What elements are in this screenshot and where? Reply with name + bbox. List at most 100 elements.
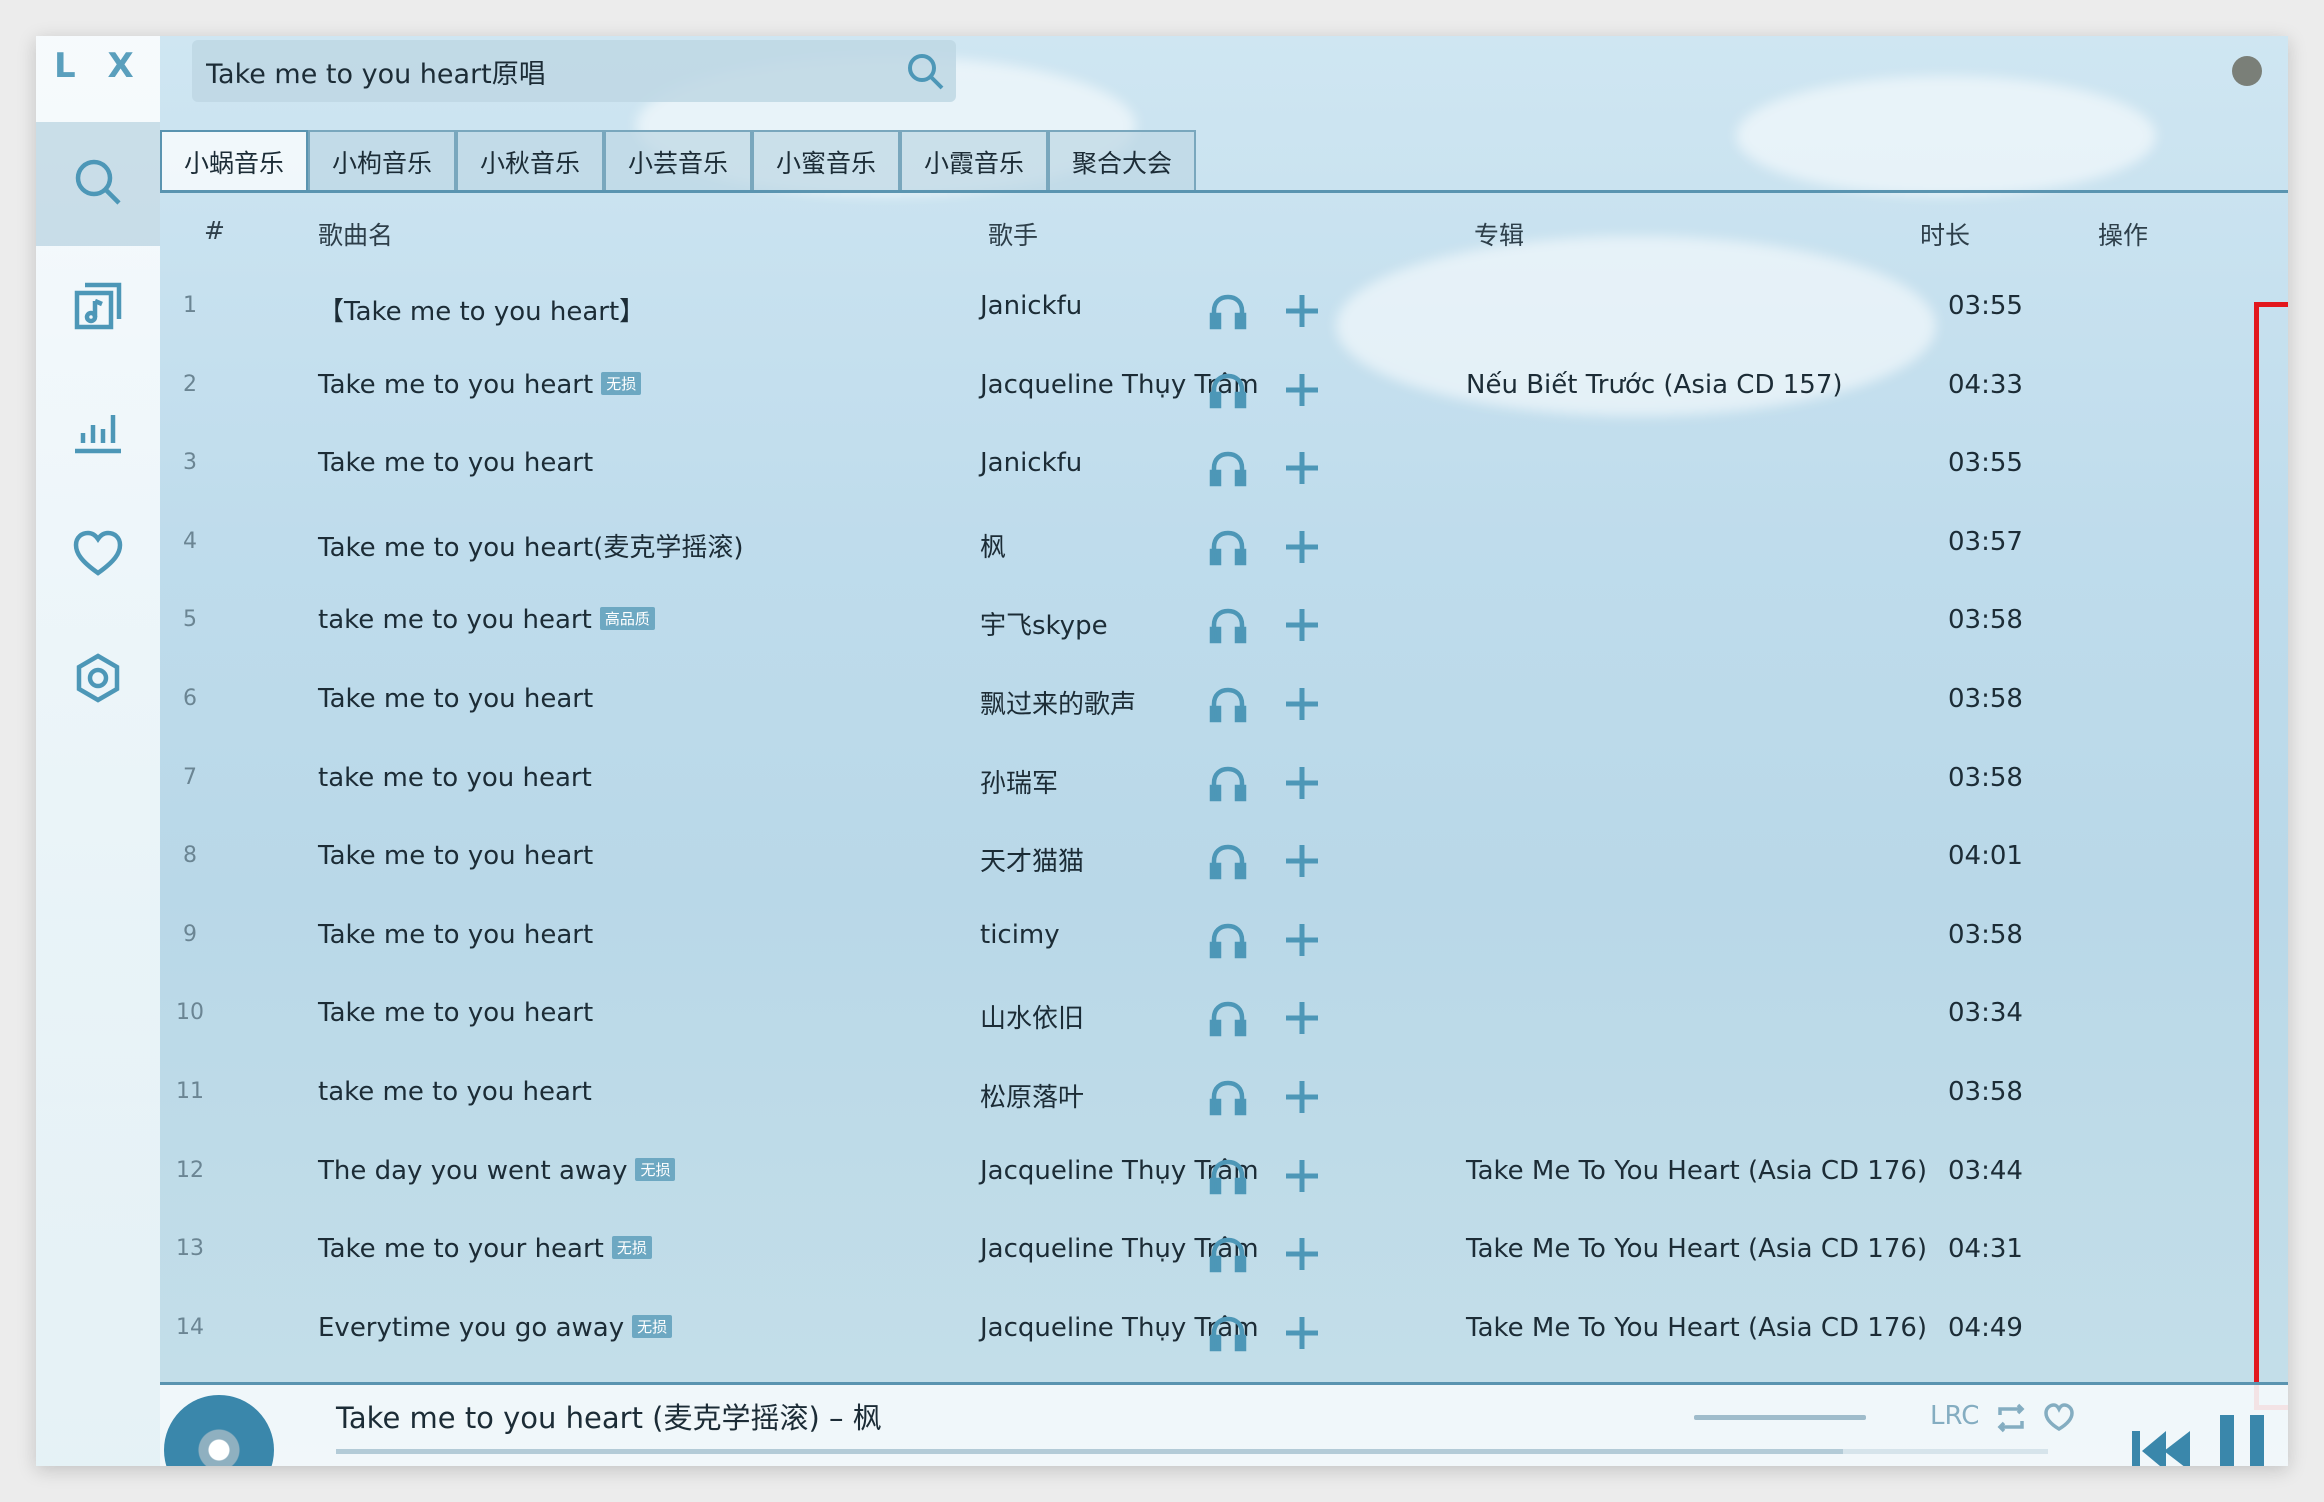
album-disc-icon[interactable] [164, 1395, 274, 1466]
music-list-icon [71, 279, 125, 337]
tab-source-5[interactable]: 小蜜音乐 [752, 130, 900, 192]
table-row[interactable]: 5 take me to you heart 高品质 宇飞skype 03:58 [160, 582, 2288, 660]
plus-icon[interactable] [1282, 1156, 1322, 1196]
table-row[interactable]: 7 take me to you heart 孙瑞军 03:58 [160, 740, 2288, 818]
duration-cell: 04:33 [1948, 369, 2023, 400]
plus-icon[interactable] [1282, 763, 1322, 803]
comment-icon[interactable] [2042, 1401, 2076, 1435]
table-row[interactable]: 8 Take me to you heart 天才猫猫 04:01 [160, 818, 2288, 896]
window-control-dot[interactable] [2232, 56, 2262, 86]
song-name-cell: Take me to your heart 无损 [318, 1234, 652, 1264]
sidebar: L X [36, 36, 160, 1466]
duration-cell: 04:49 [1948, 1312, 2023, 1343]
progress-bar[interactable] [336, 1449, 2048, 1454]
duration-cell: 03:34 [1948, 998, 2023, 1029]
pause-button[interactable] [2216, 1415, 2268, 1466]
headphones-icon[interactable] [1208, 1156, 1248, 1196]
song-name-cell: Take me to you heart [318, 684, 593, 714]
headphones-icon[interactable] [1208, 370, 1248, 410]
table-row[interactable]: 4 Take me to you heart(麦克学摇滚) 枫 03:57 [160, 504, 2288, 582]
headphones-icon[interactable] [1208, 841, 1248, 881]
plus-icon[interactable] [1282, 448, 1322, 488]
plus-icon[interactable] [1282, 527, 1322, 567]
plus-icon[interactable] [1282, 684, 1322, 724]
tab-source-3[interactable]: 小秋音乐 [456, 130, 604, 192]
plus-icon[interactable] [1282, 1077, 1322, 1117]
singer-cell: 孙瑞军 [980, 768, 1059, 799]
duration-cell: 03:58 [1948, 1077, 2023, 1107]
search-input[interactable] [206, 40, 886, 102]
table-row[interactable]: 2 Take me to you heart 无损 Jacqueline Thụy T… [160, 347, 2288, 425]
headphones-icon[interactable] [1208, 763, 1248, 803]
headphones-icon[interactable] [1208, 1313, 1248, 1353]
sidebar-item-settings[interactable] [36, 618, 160, 742]
duration-cell: 04:31 [1948, 1234, 2023, 1265]
table-row[interactable]: 12 The day you went away 无损 Jacqueline Thụy… [160, 1133, 2288, 1211]
plus-icon[interactable] [1282, 998, 1322, 1038]
headphones-icon[interactable] [1208, 448, 1248, 488]
row-number: 2 [183, 371, 197, 397]
song-name: Take me to your heart [318, 1234, 604, 1265]
duration-cell: 04:01 [1948, 841, 2023, 872]
tab-source-2[interactable]: 小枸音乐 [308, 130, 456, 192]
song-name-cell: take me to you heart [318, 1077, 592, 1107]
table-header: # 歌曲名 歌手 专辑 时长 操作 [160, 194, 2288, 264]
headphones-icon[interactable] [1208, 684, 1248, 724]
table-row[interactable]: 10 Take me to you heart 山水依旧 03:34 [160, 975, 2288, 1053]
plus-icon[interactable] [1282, 1234, 1322, 1274]
album-cell: Take Me To You Heart (Asia CD 176) [1466, 1312, 1928, 1343]
quality-badge: 无损 [611, 1236, 652, 1260]
highlight-box [2254, 302, 2288, 1410]
heart-icon [71, 527, 125, 585]
row-number: 12 [176, 1157, 204, 1183]
row-number: 3 [183, 450, 197, 476]
tab-source-1[interactable]: 小蜗音乐 [160, 130, 308, 192]
plus-icon[interactable] [1282, 370, 1322, 410]
search-icon[interactable] [904, 50, 946, 92]
volume-slider[interactable] [1694, 1415, 1866, 1420]
plus-icon[interactable] [1282, 291, 1322, 331]
tab-source-6[interactable]: 小霞音乐 [900, 130, 1048, 192]
plus-icon[interactable] [1282, 1313, 1322, 1353]
table-row[interactable]: 6 Take me to you heart 飘过来的歌声 03:58 [160, 661, 2288, 739]
headphones-icon[interactable] [1208, 605, 1248, 645]
table-row[interactable]: 9 Take me to you heart ticimy 03:58 [160, 897, 2288, 975]
cloud-decoration [1736, 76, 2156, 196]
quality-badge: 高品质 [599, 607, 655, 631]
song-name: Take me to you heart [318, 919, 594, 950]
column-header-name: 歌曲名 [318, 221, 394, 250]
table-row[interactable]: 13 Take me to your heart 无损 Jacqueline Thụy… [160, 1211, 2288, 1289]
row-number: 4 [183, 528, 197, 554]
singer-cell: 宇飞skype [980, 611, 1108, 642]
table-row[interactable]: 1 【Take me to you heart】 Janickfu 03:55 [160, 268, 2288, 346]
table-row[interactable]: 3 Take me to you heart Janickfu 03:55 [160, 425, 2288, 503]
song-name: Take me to you heart(麦克学摇滚) [318, 532, 744, 563]
headphones-icon[interactable] [1208, 998, 1248, 1038]
tab-source-4[interactable]: 小芸音乐 [604, 130, 752, 192]
row-number: 13 [176, 1236, 204, 1262]
table-row[interactable]: 11 take me to you heart 松原落叶 03:58 [160, 1054, 2288, 1132]
headphones-icon[interactable] [1208, 291, 1248, 331]
headphones-icon[interactable] [1208, 527, 1248, 567]
tab-source-7[interactable]: 聚合大会 [1048, 130, 1196, 192]
plus-icon[interactable] [1282, 605, 1322, 645]
headphones-icon[interactable] [1208, 1234, 1248, 1274]
song-name-cell: Take me to you heart [318, 920, 593, 950]
column-header-actions: 操作 [2098, 221, 2149, 250]
sidebar-item-search[interactable] [36, 122, 160, 246]
song-name-cell: take me to you heart 高品质 [318, 605, 655, 635]
table-row[interactable]: 14 Everytime you go away 无损 Jacqueline Thụy… [160, 1290, 2288, 1368]
plus-icon[interactable] [1282, 920, 1322, 960]
sidebar-item-favorites[interactable] [36, 494, 160, 618]
plus-icon[interactable] [1282, 841, 1322, 881]
sidebar-item-song-list[interactable] [36, 246, 160, 370]
singer-cell: ticimy [980, 919, 1060, 950]
lyrics-button[interactable]: LRC [1930, 1401, 1979, 1431]
previous-track-button[interactable] [2132, 1427, 2192, 1466]
search-icon [71, 155, 125, 213]
headphones-icon[interactable] [1208, 920, 1248, 960]
song-name-cell: Take me to you heart 无损 [318, 370, 642, 400]
sidebar-item-leaderboard[interactable] [36, 370, 160, 494]
headphones-icon[interactable] [1208, 1077, 1248, 1117]
repeat-icon[interactable] [1994, 1401, 2028, 1435]
